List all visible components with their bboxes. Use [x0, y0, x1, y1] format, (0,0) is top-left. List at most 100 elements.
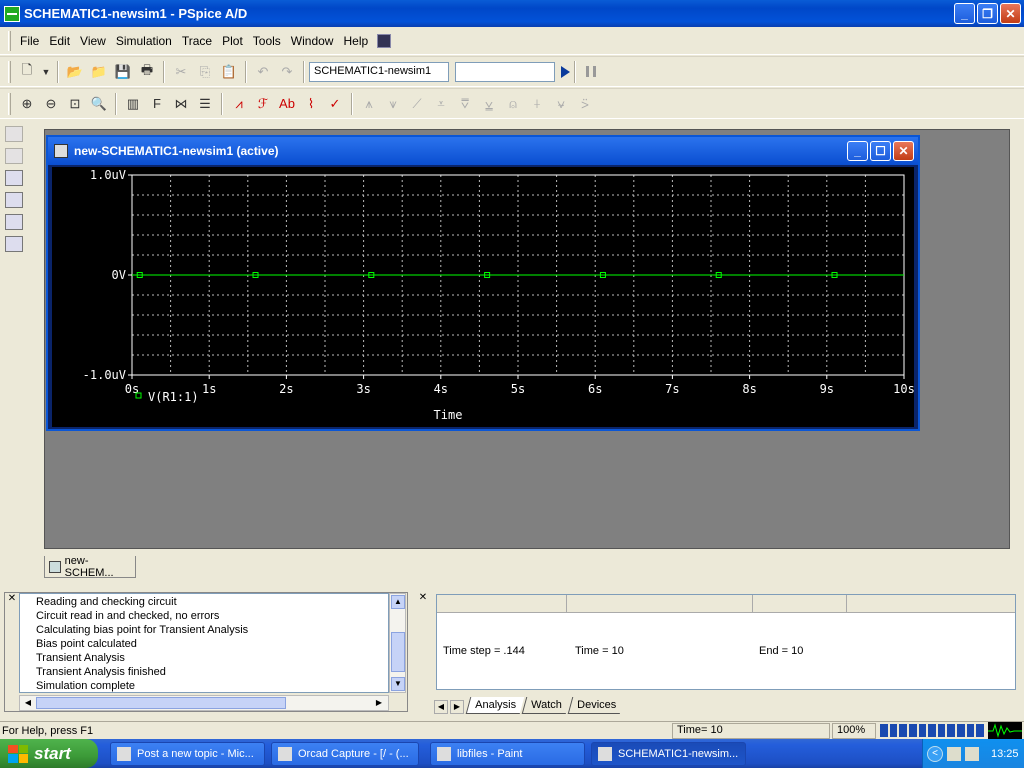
print-icon[interactable]: 🖶 [137, 62, 157, 82]
mark-label-icon[interactable]: ⍩ [575, 94, 595, 114]
zoom-in-icon[interactable]: ⊕ [17, 94, 37, 114]
cursor-slope-icon[interactable]: ⟋ [407, 94, 427, 114]
copy-icon[interactable]: ⎘ [195, 62, 215, 82]
minimize-button[interactable]: _ [954, 3, 975, 24]
redo-icon[interactable]: ↷ [277, 62, 297, 82]
status-header-cell[interactable] [847, 595, 1015, 613]
run-simulation-icon[interactable] [561, 65, 570, 78]
view-simulation-results-icon[interactable] [5, 126, 23, 142]
cursor-prev-transition-icon[interactable]: ⍱ [551, 94, 571, 114]
waveform-plot[interactable]: 0s 1s 2s 3s 4s 5s 6s 7s 8s 9s 10s 1.0uV 0V -1.0uV V(R1… [52, 167, 914, 427]
new-file-icon[interactable]: 🗋 [17, 62, 37, 82]
output-close-icon[interactable]: ✕ [5, 593, 19, 607]
output-horizontal-scrollbar[interactable]: ◀ ▶ [19, 695, 389, 711]
run-probe-icon[interactable] [5, 192, 23, 208]
tab-prev-icon[interactable]: ◀ [434, 700, 448, 714]
menu-window[interactable]: Window [286, 34, 339, 48]
plot-minimize-button[interactable]: _ [847, 141, 868, 161]
menu-plot[interactable]: Plot [217, 34, 248, 48]
toggle-cursor-icon[interactable]: ⌇ [301, 94, 321, 114]
plot-maximize-button[interactable]: ☐ [870, 141, 891, 161]
menu-view[interactable]: View [75, 34, 111, 48]
menubar-grip[interactable] [8, 30, 11, 51]
scroll-down-arrow-icon[interactable]: ▼ [391, 677, 405, 691]
cut-icon[interactable]: ✂ [171, 62, 191, 82]
menu-tools[interactable]: Tools [248, 34, 286, 48]
tab-next-icon[interactable]: ▶ [450, 700, 464, 714]
toolbar-grip[interactable] [8, 92, 11, 115]
add-text-label-icon[interactable]: Ab [277, 94, 297, 114]
cursor-next-transition-icon[interactable]: ⍭ [527, 94, 547, 114]
zoom-fit-icon[interactable]: 🔍 [89, 94, 109, 114]
open-folder-icon[interactable]: 📂 [65, 62, 85, 82]
scroll-thumb[interactable] [391, 632, 405, 672]
output-vertical-scrollbar[interactable]: ▲ ▼ [389, 593, 406, 693]
menu-file[interactable]: File [15, 34, 44, 48]
simulation-messages-icon[interactable] [5, 214, 23, 230]
section-combo[interactable] [455, 61, 555, 82]
status-close-icon[interactable]: ✕ [416, 592, 430, 606]
close-button[interactable]: ✕ [1000, 3, 1021, 24]
menu-trace[interactable]: Trace [177, 34, 217, 48]
save-icon[interactable]: 💾 [113, 62, 133, 82]
legend-label: V(R1:1) [148, 390, 199, 404]
taskbar-item-paint[interactable]: libfiles - Paint [430, 742, 585, 766]
cursor-peak-icon[interactable]: ⩚ [359, 94, 379, 114]
document-tab[interactable]: new-SCHEM... [44, 555, 136, 579]
performance-analysis-icon[interactable]: ⋈ [171, 94, 191, 114]
log-y-axis-icon[interactable]: ☰ [195, 94, 215, 114]
cursor-search-icon[interactable]: ⍝ [503, 94, 523, 114]
tab-devices[interactable]: Devices [567, 697, 625, 714]
cursor-max-icon[interactable]: ⩢ [455, 94, 475, 114]
scroll-left-arrow-icon[interactable]: ◀ [21, 697, 35, 709]
scroll-right-arrow-icon[interactable]: ▶ [372, 697, 386, 709]
scroll-up-arrow-icon[interactable]: ▲ [391, 595, 405, 609]
zoom-area-icon[interactable]: ⊡ [65, 94, 85, 114]
taskbar-item-browser[interactable]: Post a new topic - Mic... [110, 742, 265, 766]
log-x-axis-icon[interactable]: ▥ [123, 94, 143, 114]
eval-goal-function-icon[interactable]: ℱ [253, 94, 273, 114]
tab-watch[interactable]: Watch [521, 697, 571, 714]
new-dropdown-icon[interactable]: ▼ [41, 62, 51, 82]
taskbar-item-orcad[interactable]: Orcad Capture - [/ - (... [271, 742, 419, 766]
open-simulation-icon[interactable]: 📁 [89, 62, 109, 82]
paste-icon[interactable]: 📋 [219, 62, 239, 82]
pause-simulation-icon[interactable] [586, 66, 596, 77]
menu-help[interactable]: Help [338, 34, 373, 48]
probe-window-icon[interactable] [54, 144, 68, 158]
view-output-file-icon[interactable] [5, 148, 23, 164]
cursor-trough-icon[interactable]: ⩛ [383, 94, 403, 114]
cursor-point-icon[interactable]: ⩣ [479, 94, 499, 114]
fourier-icon[interactable]: F [147, 94, 167, 114]
taskbar-item-pspice[interactable]: SCHEMATIC1-newsim... [591, 742, 746, 766]
title-bar[interactable]: SCHEMATIC1-newsim1 - PSpice A/D _ ❐ ✕ [0, 0, 1024, 27]
toolbar-grip[interactable] [8, 60, 11, 83]
restore-button[interactable]: ❐ [977, 3, 998, 24]
network-icon[interactable] [965, 746, 979, 761]
menu-edit[interactable]: Edit [44, 34, 75, 48]
zoom-out-icon[interactable]: ⊖ [41, 94, 61, 114]
context-help-icon[interactable] [377, 33, 392, 48]
simulation-profile-combo[interactable]: SCHEMATIC1-newsim1 [309, 61, 449, 82]
menu-simulation[interactable]: Simulation [111, 34, 177, 48]
tab-analysis[interactable]: Analysis [465, 697, 525, 714]
plot-window-icon[interactable] [5, 236, 23, 252]
pspice-app-icon[interactable] [4, 5, 20, 22]
scroll-thumb[interactable] [36, 697, 286, 709]
plot-close-button[interactable]: ✕ [893, 141, 914, 161]
simulation-output-log[interactable]: Reading and checking circuit Circuit rea… [19, 593, 389, 693]
show-hidden-icons-button[interactable]: < [927, 745, 943, 762]
simulation-settings-icon[interactable] [5, 170, 23, 186]
waveform-chart-svg[interactable]: 0s 1s 2s 3s 4s 5s 6s 7s 8s 9s 10s 1.0uV 0V -1.0uV V(R1… [52, 167, 914, 427]
status-header-cell[interactable] [437, 595, 567, 613]
cursor-min-icon[interactable]: ⩡ [431, 94, 451, 114]
start-button[interactable]: start [0, 739, 98, 768]
mark-data-points-icon[interactable]: ✓ [325, 94, 345, 114]
tray-app-icon[interactable] [947, 746, 961, 761]
plot-window-titlebar[interactable]: new-SCHEMATIC1-newsim1 (active) [48, 137, 918, 165]
status-header-cell[interactable] [753, 595, 847, 613]
plot-window[interactable]: new-SCHEMATIC1-newsim1 (active) _ ☐ ✕ 0s… [46, 135, 920, 431]
status-header-cell[interactable] [567, 595, 753, 613]
add-trace-icon[interactable]: ⩘ [229, 94, 249, 114]
undo-icon[interactable]: ↶ [253, 62, 273, 82]
